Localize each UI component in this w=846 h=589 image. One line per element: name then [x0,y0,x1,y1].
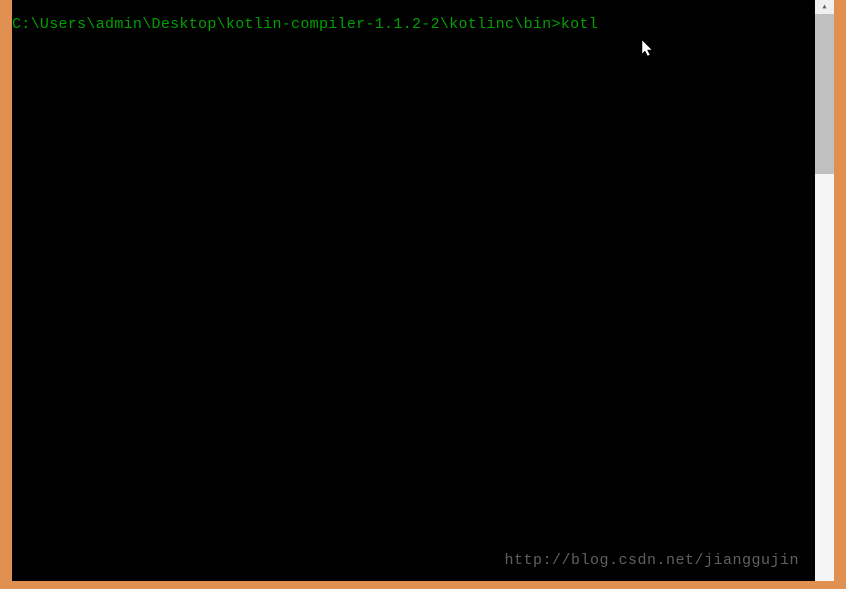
window-bottom-border [0,581,846,589]
window-right-border [834,0,846,589]
scrollbar-up-arrow-icon[interactable]: ▴ [815,0,834,14]
mouse-cursor-icon [642,40,654,58]
vertical-scrollbar[interactable]: ▴ [815,0,834,581]
terminal-command: kotl [561,16,598,33]
terminal-content: C:\Users\admin\Desktop\kotlin-compiler-1… [12,0,815,33]
window-left-border [0,0,12,589]
scrollbar-thumb[interactable] [815,14,834,174]
watermark-text: http://blog.csdn.net/jianggujin [504,552,799,569]
terminal-prompt: C:\Users\admin\Desktop\kotlin-compiler-1… [12,16,561,33]
scrollbar-track[interactable] [815,174,834,581]
terminal[interactable]: C:\Users\admin\Desktop\kotlin-compiler-1… [12,0,815,581]
window-frame: C:\Users\admin\Desktop\kotlin-compiler-1… [0,0,846,589]
